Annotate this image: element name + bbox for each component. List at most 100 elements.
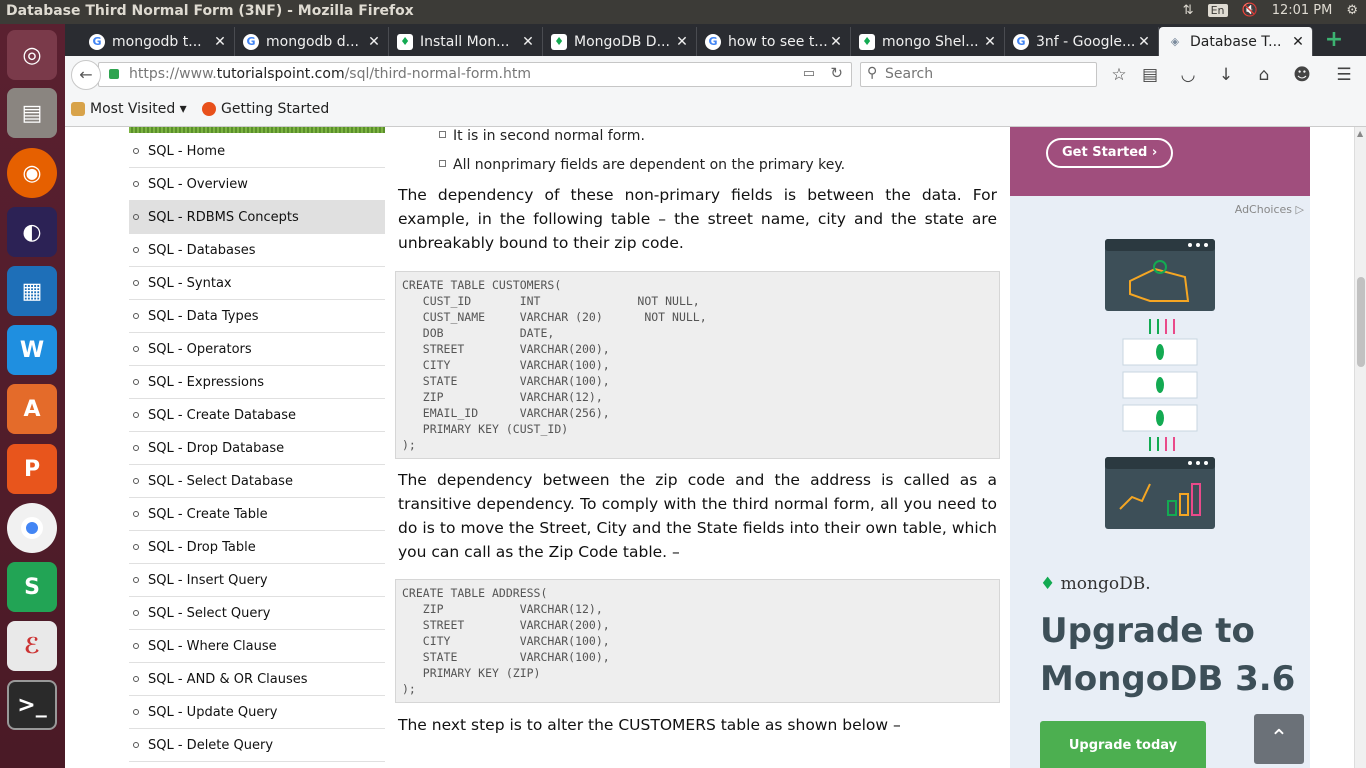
sidebar-item[interactable]: SQL - Select Database xyxy=(129,465,385,498)
reader-view-icon[interactable]: ▭ xyxy=(803,66,815,81)
sidebar-item-highlighted[interactable]: SQL - RDBMS Concepts xyxy=(129,201,385,234)
scroll-up-arrow-icon[interactable]: ▲ xyxy=(1357,129,1363,138)
sidebar-item[interactable]: SQL - Update Query xyxy=(129,696,385,729)
terminal-icon[interactable]: >_ xyxy=(7,680,57,730)
reload-icon[interactable]: ↻ xyxy=(830,64,843,82)
getting-started-bookmark[interactable]: Getting Started xyxy=(202,101,329,117)
sidebar-item-label: SQL - Syntax xyxy=(148,275,232,291)
window-title: Database Third Normal Form (3NF) - Mozil… xyxy=(6,3,414,19)
new-tab-plus-icon[interactable]: + xyxy=(1323,29,1345,51)
close-tab-icon[interactable]: ✕ xyxy=(366,34,382,50)
sidebar-item[interactable]: SQL - Home xyxy=(129,135,385,168)
sidebar-item-label: SQL - Select Query xyxy=(148,605,271,621)
bullet-icon xyxy=(133,280,139,286)
bullet-icon xyxy=(133,511,139,517)
secure-lock-icon[interactable] xyxy=(109,69,119,79)
article-content: It is in second normal form. All nonprim… xyxy=(395,127,1000,737)
wps-presentation-icon[interactable]: P xyxy=(7,444,57,494)
close-tab-icon[interactable]: ✕ xyxy=(1290,34,1306,50)
system-top-panel: Database Third Normal Form (3NF) - Mozil… xyxy=(0,0,1366,24)
wps-writer-icon[interactable]: W xyxy=(7,325,57,375)
chrome-icon[interactable] xyxy=(7,503,57,553)
adchoices-link[interactable]: AdChoices ▷ xyxy=(1235,203,1304,216)
sidebar-item[interactable]: SQL - Delete Query xyxy=(129,729,385,762)
browser-tab[interactable]: ♦ MongoDB D... ✕ xyxy=(543,27,697,56)
sidebar-item[interactable]: SQL - Create Table xyxy=(129,498,385,531)
bullet-icon xyxy=(133,577,139,583)
sidebar-item[interactable]: SQL - AND & OR Clauses xyxy=(129,663,385,696)
folder-icon xyxy=(71,102,85,116)
download-icon[interactable]: ↓ xyxy=(1214,63,1238,87)
writer-icon[interactable]: ▦ xyxy=(7,266,57,316)
close-tab-icon[interactable]: ✕ xyxy=(828,34,844,50)
close-tab-icon[interactable]: ✕ xyxy=(520,34,536,50)
ubuntu-dash-icon[interactable]: ◎ xyxy=(7,30,57,80)
volume-muted-icon[interactable]: 🔇 xyxy=(1242,3,1258,18)
browser-tab[interactable]: G 3nf - Google... ✕ xyxy=(1005,27,1159,56)
pocket-icon[interactable]: ◡ xyxy=(1176,63,1200,87)
pdf-reader-icon[interactable]: ℰ xyxy=(7,621,57,671)
back-button[interactable]: ← xyxy=(71,60,101,90)
settings-gear-icon[interactable]: ⚙ xyxy=(1346,3,1358,18)
sidebar-item[interactable]: SQL - Syntax xyxy=(129,267,385,300)
browser-tab[interactable]: ♦ mongo Shel... ✕ xyxy=(851,27,1005,56)
close-tab-icon[interactable]: ✕ xyxy=(674,34,690,50)
sidebar-item[interactable]: SQL - Create Database xyxy=(129,399,385,432)
sidebar-item[interactable]: SQL - Drop Database xyxy=(129,432,385,465)
sidebar-item-label: SQL - Expressions xyxy=(148,374,265,390)
sidebar-item-label: SQL - Create Database xyxy=(148,407,297,423)
page-scrollbar[interactable]: ▲ xyxy=(1354,127,1366,768)
browser-tab-active[interactable]: ◈ Database T... ✕ xyxy=(1159,27,1313,56)
most-visited-bookmark[interactable]: Most Visited ▾ xyxy=(71,101,187,117)
sidebar-item[interactable]: SQL - Operators xyxy=(129,333,385,366)
url-text[interactable]: https://www.tutorialspoint.com/sql/third… xyxy=(129,66,531,82)
sidebar-item-label: SQL - Update Query xyxy=(148,704,278,720)
advertisement[interactable]: Get Started › AdChoices ▷ ♦ mongoDB. Upg… xyxy=(1010,127,1310,768)
sidebar-item-label: SQL - Delete Query xyxy=(148,737,274,753)
clock[interactable]: 12:01 PM xyxy=(1272,3,1333,18)
sidebar-item[interactable]: SQL - Data Types xyxy=(129,300,385,333)
close-tab-icon[interactable]: ✕ xyxy=(982,34,998,50)
bullet-icon xyxy=(133,445,139,451)
firefox-icon[interactable]: ◉ xyxy=(7,148,57,198)
sidebar-item[interactable]: SQL - Insert Query xyxy=(129,564,385,597)
paragraph: The next step is to alter the CUSTOMERS … xyxy=(398,716,901,734)
network-icon[interactable]: ⇅ xyxy=(1183,3,1194,18)
url-bar[interactable]: https://www.tutorialspoint.com/sql/third… xyxy=(98,62,852,87)
software-center-icon[interactable]: A xyxy=(7,384,57,434)
sidebar-item[interactable]: SQL - Expressions xyxy=(129,366,385,399)
scrollbar-thumb[interactable] xyxy=(1357,277,1365,367)
get-started-button[interactable]: Get Started › xyxy=(1046,138,1174,168)
mongodb-leaf-icon: ♦ xyxy=(859,33,875,50)
browser-tab[interactable]: G mongodb t... ✕ xyxy=(81,27,235,56)
search-input[interactable] xyxy=(885,66,1085,82)
sidebar-item-label: SQL - Operators xyxy=(148,341,252,357)
home-icon[interactable]: ⌂ xyxy=(1252,63,1276,87)
search-box[interactable]: ⚲ xyxy=(860,62,1097,87)
chat-icon[interactable]: ☻ xyxy=(1290,63,1314,87)
eclipse-icon[interactable]: ◐ xyxy=(7,207,57,257)
bookmark-star-icon[interactable]: ☆ xyxy=(1107,63,1131,87)
menu-hamburger-icon[interactable]: ☰ xyxy=(1332,63,1356,87)
bullet-icon xyxy=(133,181,139,187)
sidebar-item-label: SQL - Home xyxy=(148,143,226,159)
browser-tab[interactable]: G how to see t... ✕ xyxy=(697,27,851,56)
sidebar-item[interactable]: SQL - Select Query xyxy=(129,597,385,630)
sidebar-item-label: SQL - Where Clause xyxy=(148,638,277,654)
close-tab-icon[interactable]: ✕ xyxy=(212,34,228,50)
bookmarks-toolbar: Most Visited ▾ Getting Started xyxy=(65,93,1366,127)
sidebar-item[interactable]: SQL - Overview xyxy=(129,168,385,201)
wps-spreadsheet-icon[interactable]: S xyxy=(7,562,57,612)
files-icon[interactable]: ▤ xyxy=(7,88,57,138)
close-tab-icon[interactable]: ✕ xyxy=(1136,34,1152,50)
bookmarks-library-icon[interactable]: ▤ xyxy=(1138,63,1162,87)
browser-tab[interactable]: ♦ Install Mon... ✕ xyxy=(389,27,543,56)
scroll-to-top-button[interactable]: ⌃ xyxy=(1254,714,1304,764)
tab-label: Install Mon... xyxy=(420,33,510,50)
sidebar-item[interactable]: SQL - Drop Table xyxy=(129,531,385,564)
browser-tab[interactable]: G mongodb d... ✕ xyxy=(235,27,389,56)
sidebar-item[interactable]: SQL - Databases xyxy=(129,234,385,267)
keyboard-layout-indicator[interactable]: En xyxy=(1207,4,1228,17)
sidebar-item[interactable]: SQL - Where Clause xyxy=(129,630,385,663)
upgrade-today-button[interactable]: Upgrade today xyxy=(1040,721,1206,768)
